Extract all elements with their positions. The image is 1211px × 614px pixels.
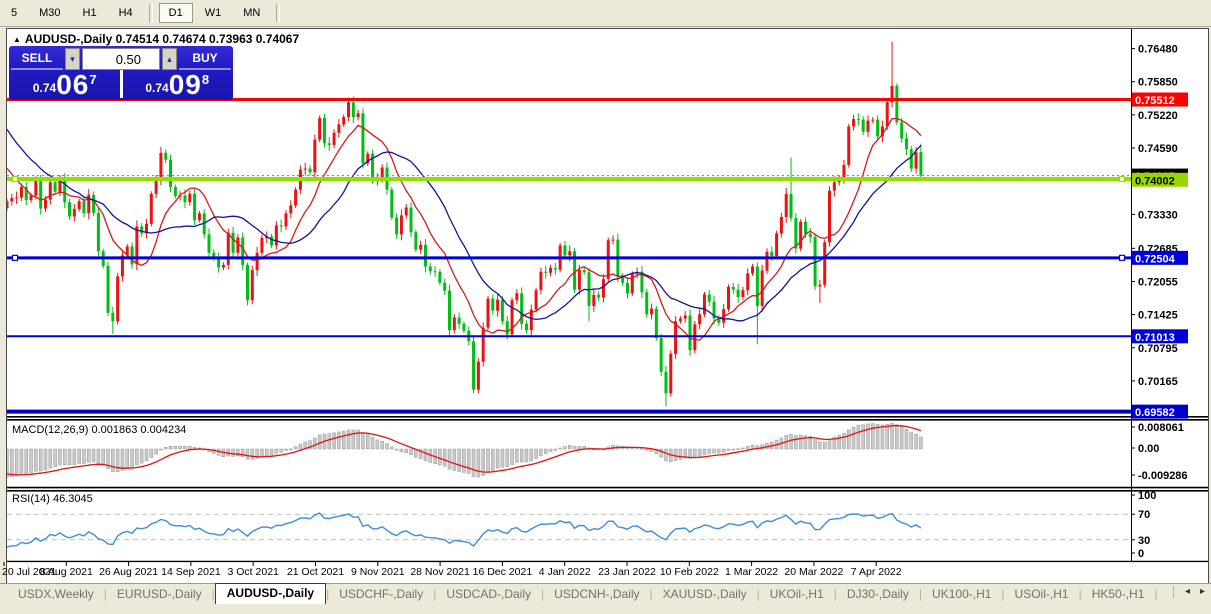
tab-hk50-h1[interactable]: HK50-,H1 (1082, 585, 1155, 604)
tab-usdcad-daily[interactable]: USDCAD-,Daily (436, 585, 541, 604)
svg-text:30: 30 (1138, 535, 1150, 547)
sell-button[interactable]: SELL (11, 48, 63, 70)
chart-symbol: AUDUSD-,Daily (25, 32, 112, 46)
svg-text:-0.009286: -0.009286 (1138, 470, 1188, 482)
svg-text:0.00: 0.00 (1138, 443, 1159, 455)
rsi-pane-label: RSI(14) 46.3045 (12, 493, 93, 505)
svg-text:70: 70 (1138, 509, 1150, 521)
svg-text:0: 0 (1138, 548, 1144, 560)
svg-text:4 Jan 2022: 4 Jan 2022 (539, 566, 591, 578)
sell-price-pip: 7 (89, 72, 96, 87)
chart-shift-icon: ▲ (13, 35, 21, 44)
price-divider (120, 70, 123, 98)
tab-separator: | (1154, 585, 1157, 604)
rsi-value: 46.3045 (53, 493, 93, 505)
chart-window-frame (7, 29, 1209, 602)
tab-usdcnh-daily[interactable]: USDCNH-,Daily (544, 585, 649, 604)
tab-usdx-weekly[interactable]: USDX,Weekly (8, 585, 104, 604)
svg-text:0.72504: 0.72504 (1135, 253, 1176, 265)
sell-price-big: 06 (56, 72, 89, 98)
level-handle[interactable] (1120, 177, 1125, 182)
buy-price-panel[interactable]: 0.74098 (124, 70, 232, 98)
svg-text:9 Nov 2021: 9 Nov 2021 (351, 566, 405, 578)
svg-text:0.75850: 0.75850 (1138, 77, 1178, 89)
svg-text:20 Mar 2022: 20 Mar 2022 (784, 566, 843, 578)
svg-text:0.71425: 0.71425 (1138, 310, 1178, 322)
svg-text:3 Oct 2021: 3 Oct 2021 (228, 566, 280, 578)
one-click-trading-panel: SELL ▾ 0.50 ▴ BUY 0.74067 0.74098 (9, 46, 233, 100)
tab-usdchf-daily[interactable]: USDCHF-,Daily (329, 585, 433, 604)
svg-text:0.76480: 0.76480 (1138, 44, 1178, 56)
macd-values: 0.001863 0.004234 (91, 424, 186, 436)
svg-text:0.008061: 0.008061 (1138, 422, 1184, 434)
svg-text:16 Dec 2021: 16 Dec 2021 (473, 566, 533, 578)
volume-input[interactable]: 0.50 (82, 48, 160, 70)
svg-text:0.71013: 0.71013 (1135, 332, 1175, 344)
tab-dj30-daily[interactable]: DJ30-,Daily (837, 585, 919, 604)
buy-price-base: 0.74 (145, 81, 168, 95)
level-handle[interactable] (1120, 255, 1125, 260)
status-strip (0, 604, 1211, 614)
volume-increase-button[interactable]: ▴ (162, 48, 177, 70)
svg-text:0.75512: 0.75512 (1135, 95, 1175, 107)
sell-price-base: 0.74 (33, 81, 56, 95)
sell-price-panel[interactable]: 0.74067 (11, 70, 119, 98)
svg-text:0.70165: 0.70165 (1138, 376, 1178, 388)
buy-price-pip: 8 (202, 72, 209, 87)
svg-text:100: 100 (1138, 490, 1156, 502)
tab-xauusd-daily[interactable]: XAUUSD-,Daily (653, 585, 757, 604)
chart-title: ▲ AUDUSD-,Daily 0.74514 0.74674 0.73963 0… (13, 32, 299, 46)
svg-text:0.74590: 0.74590 (1138, 143, 1178, 155)
svg-text:0.75220: 0.75220 (1138, 110, 1178, 122)
svg-text:1 Mar 2022: 1 Mar 2022 (725, 566, 778, 578)
macd-pane-label: MACD(12,26,9) 0.001863 0.004234 (12, 424, 186, 436)
rsi-name: RSI(14) (12, 493, 50, 505)
tab-ukoil-h1[interactable]: UKOil-,H1 (760, 585, 834, 604)
chevron-down-icon: ▾ (70, 54, 75, 64)
svg-text:21 Oct 2021: 21 Oct 2021 (287, 566, 344, 578)
svg-text:10 Feb 2022: 10 Feb 2022 (660, 566, 719, 578)
level-handle[interactable] (13, 177, 18, 182)
svg-text:0.73330: 0.73330 (1138, 209, 1178, 221)
svg-text:0.69582: 0.69582 (1135, 407, 1175, 419)
svg-text:0.74002: 0.74002 (1135, 175, 1175, 187)
tab-usoil-h1[interactable]: USOil-,H1 (1005, 585, 1079, 604)
tab-scroll-right-icon[interactable]: ▸ (1200, 587, 1205, 597)
volume-decrease-button[interactable]: ▾ (65, 48, 80, 70)
chart-ohlc-values: 0.74514 0.74674 0.73963 0.74067 (116, 32, 300, 46)
tab-audusd-daily[interactable]: AUDUSD-,Daily (215, 583, 326, 604)
buy-price-big: 09 (169, 72, 202, 98)
svg-text:28 Nov 2021: 28 Nov 2021 (410, 566, 470, 578)
svg-text:0.72055: 0.72055 (1138, 276, 1178, 288)
svg-text:23 Jan 2022: 23 Jan 2022 (598, 566, 656, 578)
svg-text:7 Apr 2022: 7 Apr 2022 (851, 566, 902, 578)
svg-text:0.70795: 0.70795 (1138, 343, 1178, 355)
tab-eurusd-daily[interactable]: EURUSD-,Daily (107, 585, 212, 604)
svg-text:14 Sep 2021: 14 Sep 2021 (161, 566, 221, 578)
svg-text:8 Aug 2021: 8 Aug 2021 (40, 566, 93, 578)
chevron-up-icon: ▴ (167, 54, 172, 64)
level-handle[interactable] (13, 255, 18, 260)
svg-text:26 Aug 2021: 26 Aug 2021 (99, 566, 158, 578)
symbol-tab-bar: USDX,Weekly|EURUSD-,Daily|AUDUSD-,Daily|… (0, 583, 1211, 604)
macd-name: MACD(12,26,9) (12, 424, 88, 436)
tab-scroll-left-icon[interactable]: ◂ (1185, 587, 1190, 597)
buy-button[interactable]: BUY (179, 48, 231, 70)
tab-uk100-h1[interactable]: UK100-,H1 (922, 585, 1001, 604)
